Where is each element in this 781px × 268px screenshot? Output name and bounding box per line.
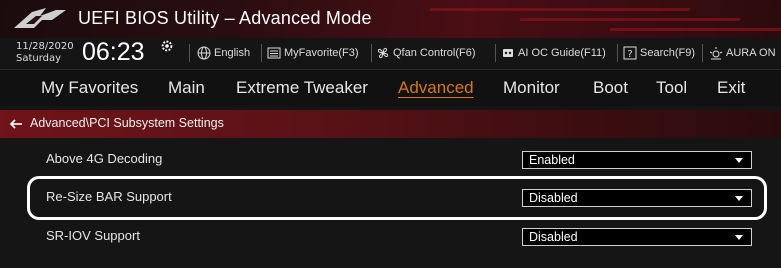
rog-logo-icon — [14, 8, 66, 28]
language-button[interactable]: English — [197, 46, 250, 60]
decorative-streak — [519, 18, 741, 21]
separator — [261, 44, 262, 62]
tab-tool[interactable]: Tool — [656, 78, 687, 98]
tab-exit[interactable]: Exit — [717, 78, 745, 98]
separator — [371, 44, 372, 62]
aura-label: AURA ON — [726, 47, 776, 59]
title-bar: UEFI BIOS Utility – Advanced Mode — [0, 0, 781, 38]
setting-label-sr-iov-support: SR-IOV Support — [46, 228, 140, 243]
setting-label-resize-bar-support: Re-Size BAR Support — [46, 189, 172, 204]
qfan-control-button[interactable]: Qfan Control(F6) — [376, 46, 476, 60]
globe-icon — [197, 46, 211, 60]
main-nav: My Favorites Main Extreme Tweaker Advanc… — [0, 70, 781, 106]
tab-monitor[interactable]: Monitor — [503, 78, 560, 98]
tab-extreme-tweaker[interactable]: Extreme Tweaker — [236, 78, 368, 98]
myfavorite-label: MyFavorite(F3) — [284, 47, 359, 59]
tab-advanced[interactable]: Advanced — [398, 78, 474, 98]
clock-time: 06:23 — [82, 38, 145, 66]
separator — [495, 44, 496, 62]
dropdown-value: Disabled — [529, 191, 578, 205]
favorite-list-icon — [267, 47, 281, 59]
question-search-icon: ? — [623, 46, 637, 60]
breadcrumb-path: Advanced\PCI Subsystem Settings — [30, 116, 224, 130]
language-label: English — [214, 47, 251, 59]
date-text: 11/28/2020 — [16, 41, 74, 52]
chevron-down-icon — [735, 235, 743, 240]
qfan-control-label: Qfan Control(F6) — [393, 47, 476, 59]
chevron-down-icon — [735, 196, 743, 201]
sr-iov-support-dropdown[interactable]: Disabled — [522, 228, 752, 246]
aura-button[interactable]: AURA ON — [709, 46, 776, 60]
breadcrumb: Advanced\PCI Subsystem Settings — [0, 110, 781, 138]
separator — [617, 44, 618, 62]
tab-boot[interactable]: Boot — [593, 78, 628, 98]
separator — [189, 44, 190, 62]
date-display: 11/28/2020 Saturday — [16, 41, 74, 65]
above-4g-decoding-dropdown[interactable]: Enabled — [522, 151, 752, 169]
ai-chip-icon — [503, 49, 513, 57]
ai-oc-guide-label: AI OC Guide(F11) — [518, 47, 606, 59]
decorative-streak — [609, 28, 781, 31]
search-button[interactable]: ? Search(F9) — [623, 46, 695, 60]
svg-text:?: ? — [627, 49, 632, 60]
separator — [702, 44, 703, 62]
dropdown-value: Disabled — [529, 230, 578, 244]
back-arrow-icon[interactable] — [8, 116, 24, 132]
day-text: Saturday — [16, 53, 62, 64]
fan-icon — [377, 47, 389, 59]
gear-icon[interactable] — [160, 39, 174, 53]
myfavorite-button[interactable]: MyFavorite(F3) — [267, 46, 359, 60]
resize-bar-support-dropdown[interactable]: Disabled — [522, 189, 752, 207]
info-bar: 11/28/2020 Saturday 06:23 English MyFavo… — [0, 38, 781, 70]
app-title: UEFI BIOS Utility – Advanced Mode — [78, 8, 372, 28]
setting-label-above-4g-decoding: Above 4G Decoding — [46, 151, 163, 166]
decorative-streak — [429, 8, 691, 11]
search-label: Search(F9) — [640, 47, 696, 59]
dropdown-value: Enabled — [529, 153, 575, 167]
aura-light-icon — [709, 47, 723, 60]
ai-oc-guide-button[interactable]: AI OC Guide(F11) — [501, 46, 606, 60]
tab-main[interactable]: Main — [168, 78, 205, 98]
chevron-down-icon — [735, 158, 743, 163]
tab-my-favorites[interactable]: My Favorites — [41, 78, 138, 98]
